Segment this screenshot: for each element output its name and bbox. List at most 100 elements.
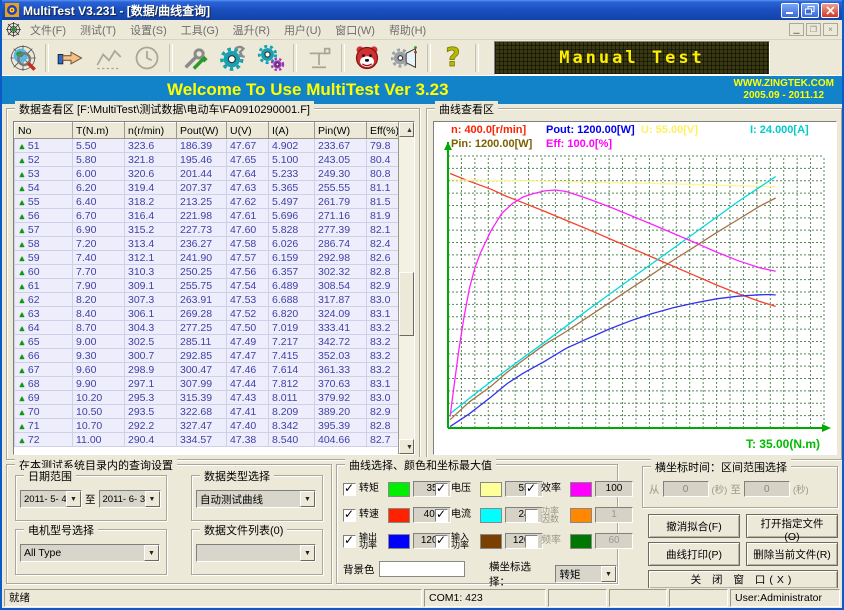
menu-item[interactable]: 测试(T) xyxy=(80,25,116,37)
bg-color-swatch[interactable] xyxy=(379,561,465,577)
curve-checkbox[interactable] xyxy=(343,509,356,522)
toolbar-query-button[interactable] xyxy=(4,42,42,74)
curve-color-swatch[interactable] xyxy=(570,482,592,497)
curve-color-swatch[interactable] xyxy=(480,482,502,497)
chevron-down-icon[interactable]: ▼ xyxy=(144,545,159,561)
scroll-up-button[interactable]: ▲ xyxy=(399,122,414,137)
menu-item[interactable]: 设置(S) xyxy=(130,25,167,37)
menu-item[interactable]: 温升(R) xyxy=(233,25,270,37)
table-row[interactable]: ▲587.20313.4236.2747.586.026286.7482.4 xyxy=(15,237,401,251)
scroll-thumb[interactable] xyxy=(399,272,414,336)
table-row[interactable]: ▲546.20319.4207.3747.635.365255.5581.1 xyxy=(15,181,401,195)
curve-checkbox[interactable] xyxy=(525,535,538,548)
table-cell: ▲66 xyxy=(15,349,73,363)
table-row[interactable]: ▲638.40306.1269.2847.526.820324.0983.1 xyxy=(15,307,401,321)
delete-file-button[interactable]: 删除当前文件(R) xyxy=(746,542,838,566)
minimize-button[interactable] xyxy=(781,3,799,18)
curve-color-swatch[interactable] xyxy=(570,508,592,523)
column-header[interactable]: Pout(W) xyxy=(177,123,227,139)
table-row[interactable]: ▲7110.70292.2327.4747.408.342395.3982.8 xyxy=(15,419,401,433)
table-row[interactable]: ▲689.90297.1307.9947.447.812370.6383.1 xyxy=(15,377,401,391)
data-type-select[interactable]: 自动测试曲线 ▼ xyxy=(196,490,316,508)
curve-color-swatch[interactable] xyxy=(480,534,502,549)
column-header[interactable]: n(r/min) xyxy=(125,123,177,139)
time-to-input[interactable]: 0 xyxy=(744,481,790,497)
xaxis-select[interactable]: 转矩 ▼ xyxy=(555,565,617,583)
curve-checkbox[interactable] xyxy=(525,483,538,496)
toolbar-horn-button[interactable] xyxy=(386,42,424,74)
table-row[interactable]: ▲597.40312.1241.9047.576.159292.9882.6 xyxy=(15,251,401,265)
scroll-down-button[interactable]: ▼ xyxy=(399,439,414,454)
table-row[interactable]: ▲566.70316.4221.9847.615.696271.1681.9 xyxy=(15,209,401,223)
table-row[interactable]: ▲607.70310.3250.2547.566.357302.3282.8 xyxy=(15,265,401,279)
row-marker-icon: ▲ xyxy=(18,394,26,403)
curve-checkbox[interactable] xyxy=(435,483,448,496)
curve-checkbox[interactable] xyxy=(435,509,448,522)
chevron-down-icon[interactable]: ▼ xyxy=(601,566,616,582)
chevron-down-icon[interactable]: ▼ xyxy=(300,545,315,561)
toolbar-timer-button[interactable] xyxy=(128,42,166,74)
table-row[interactable]: ▲536.00320.6201.4447.645.233249.3080.8 xyxy=(15,167,401,181)
date-from-select[interactable]: 2011- 5- 4 ▼ xyxy=(20,490,82,508)
table-row[interactable]: ▲6910.20295.3315.3947.438.011379.9283.0 xyxy=(15,391,401,405)
curve-color-swatch[interactable] xyxy=(388,534,410,549)
table-row[interactable]: ▲617.90309.1255.7547.546.489308.5482.9 xyxy=(15,279,401,293)
close-window-button[interactable]: 关 闭 窗 口(X) xyxy=(648,570,838,589)
curve-checkbox[interactable] xyxy=(343,483,356,496)
date-to-select[interactable]: 2011- 6- 3 ▼ xyxy=(99,490,161,508)
open-file-button[interactable]: 打开指定文件(O) xyxy=(746,514,838,538)
data-file-select[interactable]: ▼ xyxy=(196,544,316,562)
curve-checkbox[interactable] xyxy=(343,535,356,548)
close-button[interactable] xyxy=(821,3,839,18)
table-row[interactable]: ▲515.50323.6186.3947.674.902233.6779.8 xyxy=(15,139,401,153)
table-row[interactable]: ▲576.90315.2227.7347.605.828277.3982.1 xyxy=(15,223,401,237)
table-row[interactable]: ▲7211.00290.4334.5747.388.540404.6682.7 xyxy=(15,433,401,447)
curve-color-swatch[interactable] xyxy=(388,508,410,523)
table-scrollbar[interactable]: ▲ ▼ xyxy=(398,122,414,454)
chevron-down-icon[interactable]: ▼ xyxy=(66,491,81,507)
curve-color-swatch[interactable] xyxy=(480,508,502,523)
time-from-input[interactable]: 0 xyxy=(663,481,709,497)
table-row[interactable]: ▲525.80321.8195.4647.655.100243.0580.4 xyxy=(15,153,401,167)
curve-checkbox[interactable] xyxy=(525,509,538,522)
toolbar-help-button[interactable]: ? xyxy=(434,42,472,74)
toolbar-mascot-button[interactable] xyxy=(348,42,386,74)
toolbar-settings-button[interactable] xyxy=(214,42,252,74)
table-row[interactable]: ▲669.30300.7292.8547.477.415352.0383.2 xyxy=(15,349,401,363)
mdi-minimize-button[interactable]: ▁ xyxy=(789,23,804,36)
table-row[interactable]: ▲679.60298.9300.4747.467.614361.3383.2 xyxy=(15,363,401,377)
print-curve-button[interactable]: 曲线打印(P) xyxy=(648,542,740,566)
chevron-down-icon[interactable]: ▼ xyxy=(145,491,160,507)
motor-model-select[interactable]: All Type ▼ xyxy=(20,544,160,562)
menu-item[interactable]: 文件(F) xyxy=(30,25,66,37)
column-header[interactable]: T(N.m) xyxy=(73,123,125,139)
restore-button[interactable] xyxy=(801,3,819,18)
toolbar-curve-button[interactable] xyxy=(90,42,128,74)
table-row[interactable]: ▲628.20307.3263.9147.536.688317.8783.0 xyxy=(15,293,401,307)
menu-item[interactable]: 窗口(W) xyxy=(335,25,375,37)
column-header[interactable]: Pin(W) xyxy=(315,123,367,139)
curve-color-swatch[interactable] xyxy=(570,534,592,549)
curve-checkbox[interactable] xyxy=(435,535,448,548)
table-row[interactable]: ▲659.00302.5285.1147.497.217342.7283.2 xyxy=(15,335,401,349)
column-header[interactable]: I(A) xyxy=(269,123,315,139)
table-row[interactable]: ▲7010.50293.5322.6847.418.209389.2082.9 xyxy=(15,405,401,419)
toolbar-balance-button[interactable] xyxy=(300,42,338,74)
column-header[interactable]: Eff(%) xyxy=(367,123,401,139)
chevron-down-icon[interactable]: ▼ xyxy=(300,491,315,507)
menu-item[interactable]: 工具(G) xyxy=(181,25,219,37)
table-cell: 47.57 xyxy=(227,251,269,265)
toolbar-tools-button[interactable] xyxy=(176,42,214,74)
menu-item[interactable]: 帮助(H) xyxy=(389,25,426,37)
column-header[interactable]: U(V) xyxy=(227,123,269,139)
curve-color-swatch[interactable] xyxy=(388,482,410,497)
toolbar-manual-test-button[interactable] xyxy=(52,42,90,74)
toolbar-gears-button[interactable] xyxy=(252,42,290,74)
table-row[interactable]: ▲648.70304.3277.2547.507.019333.4183.2 xyxy=(15,321,401,335)
mdi-close-button[interactable]: × xyxy=(823,23,838,36)
column-header[interactable]: No xyxy=(15,123,73,139)
undo-fit-button[interactable]: 撤消拟合(F) xyxy=(648,514,740,538)
table-row[interactable]: ▲556.40318.2213.2547.625.497261.7981.5 xyxy=(15,195,401,209)
menu-item[interactable]: 用户(U) xyxy=(284,25,321,37)
mdi-restore-button[interactable]: ❐ xyxy=(806,23,821,36)
